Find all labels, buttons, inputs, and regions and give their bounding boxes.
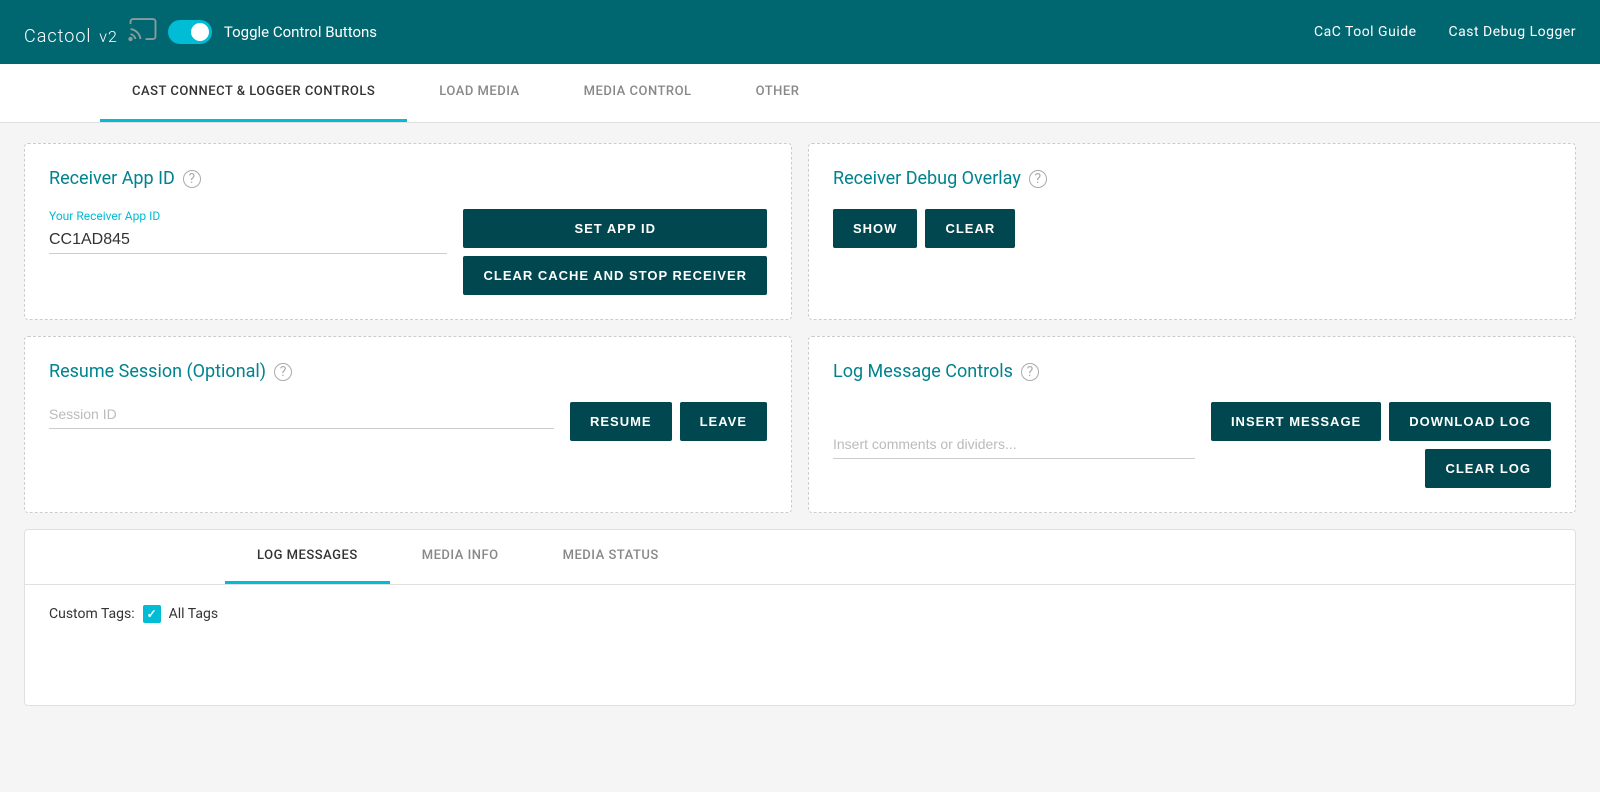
receiver-app-id-title: Receiver App ID ?	[49, 168, 767, 189]
resume-session-title-text: Resume Session (Optional)	[49, 361, 266, 382]
receiver-app-id-input-label: Your Receiver App ID	[49, 209, 447, 223]
show-overlay-button[interactable]: SHOW	[833, 209, 917, 248]
resume-button[interactable]: RESUME	[570, 402, 672, 441]
clear-cache-stop-receiver-button[interactable]: CLEAR CACHE AND STOP RECEIVER	[463, 256, 767, 295]
logo-main-text: Cactool	[24, 26, 91, 47]
all-tags-label: All Tags	[169, 606, 218, 622]
log-message-btn-row-top: INSERT MESSAGE DOWNLOAD LOG	[1211, 402, 1551, 441]
receiver-debug-overlay-help-icon[interactable]: ?	[1029, 170, 1047, 188]
tab-load-media[interactable]: LOAD MEDIA	[407, 64, 551, 122]
header-nav: CaC Tool Guide Cast Debug Logger	[1314, 24, 1576, 40]
receiver-app-id-card: Receiver App ID ? Your Receiver App ID S…	[24, 143, 792, 320]
tab-media-status[interactable]: MEDIA STATUS	[531, 530, 691, 584]
tab-cast-connect[interactable]: CAST CONNECT & LOGGER CONTROLS	[100, 64, 407, 122]
receiver-debug-overlay-btn-row: SHOW CLEAR	[833, 209, 1551, 248]
clear-log-button[interactable]: CLEAR LOG	[1425, 449, 1551, 488]
main-content: Receiver App ID ? Your Receiver App ID S…	[0, 123, 1600, 726]
custom-tags-row: Custom Tags: All Tags	[49, 605, 1551, 623]
bottom-section: LOG MESSAGES MEDIA INFO MEDIA STATUS Cus…	[24, 529, 1576, 706]
log-message-controls-title-text: Log Message Controls	[833, 361, 1013, 382]
app-title: Cactool v2	[24, 16, 118, 49]
tab-media-control[interactable]: MEDIA CONTROL	[552, 64, 724, 122]
download-log-button[interactable]: DOWNLOAD LOG	[1389, 402, 1551, 441]
receiver-app-id-input-group: Your Receiver App ID	[49, 209, 447, 254]
receiver-app-id-body: Your Receiver App ID SET APP ID CLEAR CA…	[49, 209, 767, 295]
log-message-btn-row-bottom: CLEAR LOG	[1425, 449, 1551, 488]
toggle-label: Toggle Control Buttons	[224, 23, 377, 41]
receiver-debug-overlay-card: Receiver Debug Overlay ? SHOW CLEAR	[808, 143, 1576, 320]
resume-session-body: RESUME LEAVE	[49, 402, 767, 441]
log-message-btn-group: INSERT MESSAGE DOWNLOAD LOG CLEAR LOG	[1211, 402, 1551, 488]
bottom-content: Custom Tags: All Tags	[25, 585, 1575, 705]
session-id-input[interactable]	[49, 402, 554, 429]
log-message-input[interactable]	[833, 432, 1195, 459]
leave-button[interactable]: LEAVE	[680, 402, 767, 441]
resume-session-btn-row: RESUME LEAVE	[570, 402, 767, 441]
clear-overlay-button[interactable]: CLEAR	[925, 209, 1015, 248]
toggle-control-buttons[interactable]	[168, 20, 212, 44]
receiver-debug-overlay-title: Receiver Debug Overlay ?	[833, 168, 1551, 189]
resume-session-help-icon[interactable]: ?	[274, 363, 292, 381]
log-message-controls-card: Log Message Controls ? INSERT MESSAGE DO…	[808, 336, 1576, 513]
tab-other[interactable]: OTHER	[724, 64, 832, 122]
toggle-area: Toggle Control Buttons	[168, 20, 377, 44]
main-tabs-bar: CAST CONNECT & LOGGER CONTROLS LOAD MEDI…	[0, 64, 1600, 123]
log-message-controls-title: Log Message Controls ?	[833, 361, 1551, 382]
cards-grid: Receiver App ID ? Your Receiver App ID S…	[24, 143, 1576, 513]
session-id-input-group	[49, 402, 554, 429]
receiver-debug-overlay-title-text: Receiver Debug Overlay	[833, 168, 1021, 189]
receiver-app-id-title-text: Receiver App ID	[49, 168, 175, 189]
cast-icon	[128, 14, 158, 51]
receiver-app-id-help-icon[interactable]: ?	[183, 170, 201, 188]
cast-debug-logger-link[interactable]: Cast Debug Logger	[1449, 24, 1576, 40]
custom-tags-label: Custom Tags:	[49, 606, 135, 622]
cac-tool-guide-link[interactable]: CaC Tool Guide	[1314, 24, 1417, 40]
all-tags-checkbox[interactable]	[143, 605, 161, 623]
insert-message-button[interactable]: INSERT MESSAGE	[1211, 402, 1381, 441]
log-message-input-area	[833, 432, 1195, 459]
logo-area: Cactool v2 Toggle Control Buttons	[24, 14, 1314, 51]
bottom-tabs-bar: LOG MESSAGES MEDIA INFO MEDIA STATUS	[25, 530, 1575, 585]
logo-version: v2	[99, 27, 118, 46]
app-header: Cactool v2 Toggle Control Buttons CaC To…	[0, 0, 1600, 64]
set-app-id-button[interactable]: SET APP ID	[463, 209, 767, 248]
receiver-app-id-btn-group: SET APP ID CLEAR CACHE AND STOP RECEIVER	[463, 209, 767, 295]
log-message-controls-help-icon[interactable]: ?	[1021, 363, 1039, 381]
resume-session-title: Resume Session (Optional) ?	[49, 361, 767, 382]
tab-media-info[interactable]: MEDIA INFO	[390, 530, 531, 584]
resume-session-card: Resume Session (Optional) ? RESUME LEAVE	[24, 336, 792, 513]
log-message-controls-body: INSERT MESSAGE DOWNLOAD LOG CLEAR LOG	[833, 402, 1551, 488]
receiver-app-id-input[interactable]	[49, 227, 447, 254]
tab-log-messages[interactable]: LOG MESSAGES	[225, 530, 390, 584]
